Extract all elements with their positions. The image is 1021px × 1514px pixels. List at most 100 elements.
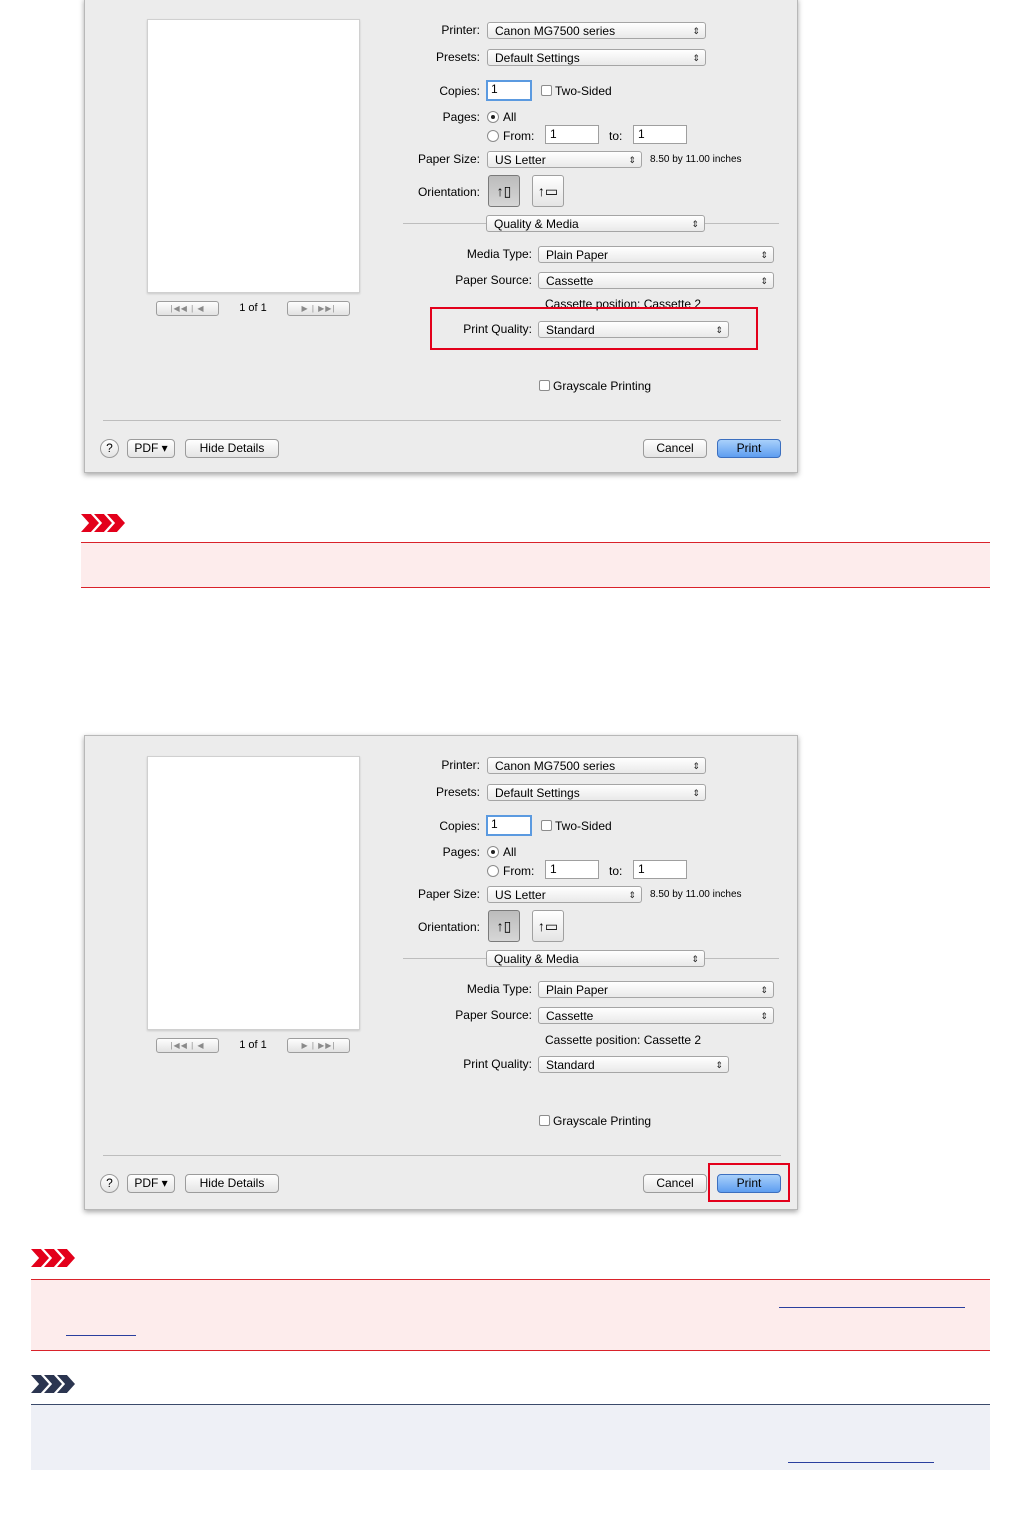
- preview-next-buttons[interactable]: ▶ | ▶▶|: [287, 301, 350, 316]
- section-popup[interactable]: Quality & Media ⇕: [486, 215, 705, 232]
- pages-to-label: to:: [609, 864, 623, 878]
- paper-source-label: Paper Source:: [455, 273, 532, 287]
- print-quality-label: Print Quality:: [463, 1057, 532, 1071]
- paper-source-value: Cassette: [546, 274, 594, 288]
- popup-arrows-icon: ⇕: [691, 954, 699, 964]
- link-underline[interactable]: [66, 1335, 136, 1336]
- print-quality-value: Standard: [546, 1058, 595, 1072]
- two-sided-label: Two-Sided: [555, 84, 612, 98]
- important-chevrons-icon: [31, 1249, 75, 1267]
- printer-label: Printer:: [441, 23, 480, 37]
- portrait-icon: ↑▯: [496, 918, 512, 934]
- paper-source-popup[interactable]: Cassette ⇕: [538, 1007, 774, 1024]
- presets-label: Presets:: [435, 785, 480, 799]
- media-type-label: Media Type:: [466, 247, 532, 261]
- copies-field[interactable]: 1: [486, 80, 532, 101]
- pages-from-label: From:: [503, 129, 535, 143]
- printer-value: Canon MG7500 series: [495, 24, 616, 38]
- help-button[interactable]: ?: [100, 1174, 119, 1193]
- print-quality-popup[interactable]: Standard ⇕: [538, 1056, 729, 1073]
- pages-from-radio[interactable]: [487, 865, 499, 877]
- two-sided-label: Two-Sided: [555, 819, 612, 833]
- landscape-icon: ↑▭: [537, 918, 559, 934]
- preview-next-buttons[interactable]: ▶ | ▶▶|: [287, 1038, 350, 1053]
- print-button[interactable]: Print: [717, 439, 781, 458]
- portrait-orientation-button[interactable]: ↑▯: [488, 910, 520, 942]
- print-dialog-1: |◀◀ | ◀ 1 of 1 ▶ | ▶▶| Printer: Canon MG…: [84, 0, 798, 473]
- presets-popup[interactable]: Default Settings ⇕: [487, 49, 706, 66]
- paper-size-popup[interactable]: US Letter ⇕: [487, 151, 642, 168]
- pages-all-radio[interactable]: [487, 846, 499, 858]
- pages-from-field[interactable]: 1: [545, 860, 599, 879]
- hide-details-button[interactable]: Hide Details: [185, 439, 279, 458]
- pages-to-label: to:: [609, 129, 623, 143]
- orientation-label: Orientation:: [417, 920, 480, 934]
- section-value: Quality & Media: [494, 217, 579, 231]
- printer-popup[interactable]: Canon MG7500 series ⇕: [487, 22, 706, 39]
- pages-all-label: All: [503, 110, 517, 124]
- paper-source-popup[interactable]: Cassette ⇕: [538, 272, 774, 289]
- page-counter: 1 of 1: [239, 1039, 267, 1051]
- section-popup[interactable]: Quality & Media ⇕: [486, 950, 705, 967]
- popup-arrows-icon: ⇕: [760, 276, 768, 286]
- popup-arrows-icon: ⇕: [692, 26, 700, 36]
- important-box-2: [31, 1279, 990, 1351]
- preview-prev-buttons[interactable]: |◀◀ | ◀: [156, 301, 219, 316]
- popup-arrows-icon: ⇕: [760, 250, 768, 260]
- portrait-orientation-button[interactable]: ↑▯: [488, 175, 520, 207]
- cancel-button[interactable]: Cancel: [643, 1174, 707, 1193]
- cassette-position-text: Cassette position: Cassette 2: [545, 1033, 702, 1047]
- paper-source-value: Cassette: [546, 1009, 594, 1023]
- media-type-value: Plain Paper: [546, 983, 609, 997]
- popup-arrows-icon: ⇕: [628, 155, 636, 165]
- pages-to-field[interactable]: 1: [633, 125, 687, 144]
- paper-size-value: US Letter: [495, 153, 546, 167]
- pdf-menu-button[interactable]: PDF ▾: [127, 439, 175, 458]
- presets-popup[interactable]: Default Settings ⇕: [487, 784, 706, 801]
- cancel-button[interactable]: Cancel: [643, 439, 707, 458]
- link-underline[interactable]: [788, 1462, 934, 1463]
- grayscale-checkbox[interactable]: [539, 1115, 550, 1126]
- help-button[interactable]: ?: [100, 439, 119, 458]
- pages-label: Pages:: [442, 845, 480, 859]
- pdf-menu-button[interactable]: PDF ▾: [127, 1174, 175, 1193]
- popup-arrows-icon: ⇕: [760, 985, 768, 995]
- note-chevrons-icon: [31, 1375, 75, 1393]
- print-quality-highlight: [430, 307, 758, 350]
- pages-label: Pages:: [442, 110, 480, 124]
- presets-value: Default Settings: [495, 51, 580, 65]
- section-value: Quality & Media: [494, 952, 579, 966]
- grayscale-label: Grayscale Printing: [553, 379, 652, 393]
- printer-label: Printer:: [441, 758, 480, 772]
- popup-arrows-icon: ⇕: [715, 1060, 723, 1070]
- landscape-orientation-button[interactable]: ↑▭: [532, 910, 564, 942]
- link-underline[interactable]: [779, 1307, 965, 1308]
- footer-divider: [103, 1155, 781, 1156]
- pages-from-field[interactable]: 1: [545, 125, 599, 144]
- pages-all-label: All: [503, 845, 517, 859]
- paper-size-label: Paper Size:: [417, 152, 480, 166]
- media-type-popup[interactable]: Plain Paper ⇕: [538, 981, 774, 998]
- copies-field[interactable]: 1: [486, 815, 532, 836]
- printer-popup[interactable]: Canon MG7500 series ⇕: [487, 757, 706, 774]
- hide-details-button[interactable]: Hide Details: [185, 1174, 279, 1193]
- pages-to-field[interactable]: 1: [633, 860, 687, 879]
- page-preview: [147, 19, 360, 293]
- pages-all-radio[interactable]: [487, 111, 499, 123]
- two-sided-checkbox[interactable]: [541, 85, 552, 96]
- pages-from-radio[interactable]: [487, 130, 499, 142]
- important-chevrons-icon: [81, 514, 125, 532]
- popup-arrows-icon: ⇕: [691, 219, 699, 229]
- paper-source-label: Paper Source:: [455, 1008, 532, 1022]
- important-box-1: [81, 542, 990, 588]
- grayscale-checkbox[interactable]: [539, 380, 550, 391]
- landscape-orientation-button[interactable]: ↑▭: [532, 175, 564, 207]
- paper-size-dims: 8.50 by 11.00 inches: [650, 154, 742, 165]
- grayscale-label: Grayscale Printing: [553, 1114, 652, 1128]
- preview-prev-buttons[interactable]: |◀◀ | ◀: [156, 1038, 219, 1053]
- paper-size-popup[interactable]: US Letter ⇕: [487, 886, 642, 903]
- print-dialog-2: |◀◀ | ◀ 1 of 1 ▶ | ▶▶| Printer: Canon MG…: [84, 735, 798, 1210]
- two-sided-checkbox[interactable]: [541, 820, 552, 831]
- landscape-icon: ↑▭: [537, 183, 559, 199]
- media-type-popup[interactable]: Plain Paper ⇕: [538, 246, 774, 263]
